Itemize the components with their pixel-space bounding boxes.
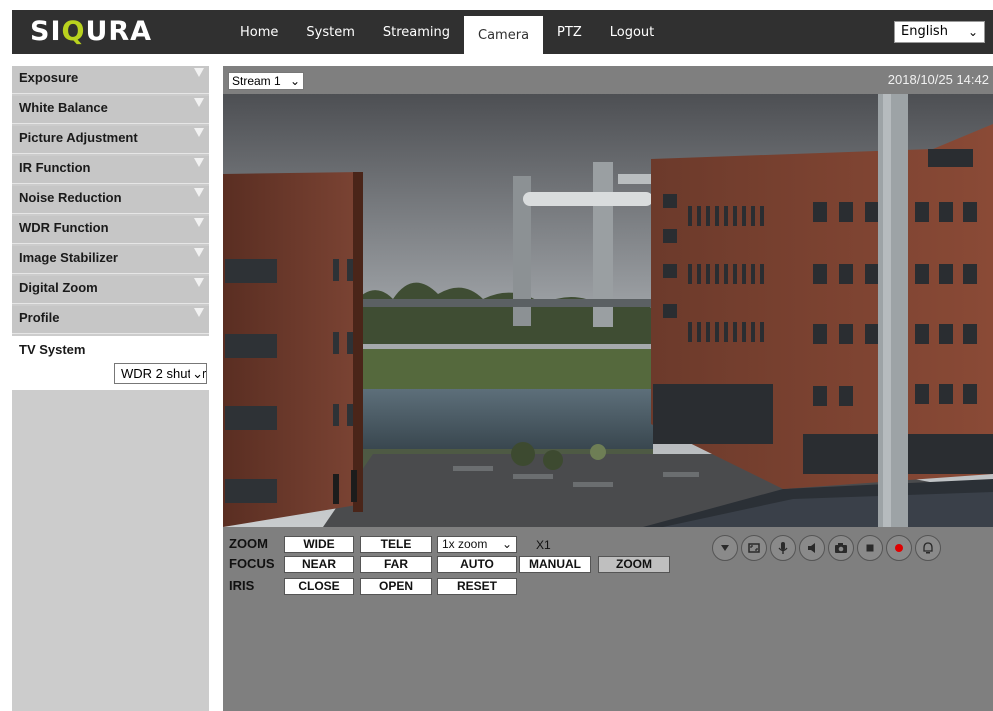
chevron-down-icon[interactable]	[712, 535, 738, 561]
focus-auto-button[interactable]: AUTO	[437, 556, 517, 573]
sidebar-item-wdr-function[interactable]: WDR Function	[12, 216, 209, 244]
expand-triangle-icon	[194, 98, 204, 107]
record-icon[interactable]	[886, 535, 912, 561]
ptz-controls: ZOOM WIDE TELE 1x zoom ⌄ X1 FOCUS NEAR F…	[223, 66, 993, 711]
expand-triangle-icon	[194, 158, 204, 167]
iris-close-button[interactable]: CLOSE	[284, 578, 354, 595]
chevron-down-icon: ⌄	[501, 537, 512, 551]
microphone-icon[interactable]	[770, 535, 796, 561]
expand-triangle-icon	[194, 68, 204, 77]
focus-manual-button[interactable]: MANUAL	[519, 556, 591, 573]
focus-label: FOCUS	[229, 556, 275, 571]
expand-triangle-icon	[194, 128, 204, 137]
sidebar-item-digital-zoom[interactable]: Digital Zoom	[12, 276, 209, 304]
alarm-icon[interactable]	[915, 535, 941, 561]
tv-system-label: TV System	[19, 342, 86, 357]
tab-system[interactable]: System	[292, 10, 368, 54]
sidebar-item-ir-function[interactable]: IR Function	[12, 156, 209, 184]
tab-ptz[interactable]: PTZ	[543, 10, 596, 54]
camera-icon[interactable]	[828, 535, 854, 561]
focus-near-button[interactable]: NEAR	[284, 556, 354, 573]
fullscreen-icon[interactable]	[741, 535, 767, 561]
sidebar-item-image-stabilizer[interactable]: Image Stabilizer	[12, 246, 209, 274]
iris-open-button[interactable]: OPEN	[360, 578, 432, 595]
sidebar-item-noise-reduction[interactable]: Noise Reduction	[12, 186, 209, 214]
zoom-factor: X1	[536, 538, 551, 552]
focus-far-button[interactable]: FAR	[360, 556, 432, 573]
iris-label: IRIS	[229, 578, 255, 593]
zoom-label: ZOOM	[229, 536, 268, 551]
sidebar: Exposure White Balance Picture Adjustmen…	[12, 66, 209, 711]
zoom-level-value: 1x zoom	[442, 537, 488, 551]
zoom-wide-button[interactable]: WIDE	[284, 536, 354, 553]
chevron-down-icon: ⌄	[190, 364, 203, 383]
expand-triangle-icon	[194, 278, 204, 287]
stop-icon[interactable]	[857, 535, 883, 561]
siqura-logo: SIQURA	[30, 16, 153, 47]
tv-system-select[interactable]: WDR 2 shutter ⌄	[114, 363, 207, 384]
viewer-toolbar	[712, 535, 941, 561]
sidebar-item-exposure[interactable]: Exposure	[12, 66, 209, 94]
expand-triangle-icon	[194, 188, 204, 197]
speaker-icon[interactable]	[799, 535, 825, 561]
tv-system-panel: TV System WDR 2 shutter ⌄	[12, 336, 209, 390]
sidebar-item-profile[interactable]: Profile	[12, 306, 209, 334]
sidebar-item-picture-adjustment[interactable]: Picture Adjustment	[12, 126, 209, 154]
expand-triangle-icon	[194, 218, 204, 227]
iris-reset-button[interactable]: RESET	[437, 578, 517, 595]
tab-logout[interactable]: Logout	[596, 10, 669, 54]
language-value: English	[901, 24, 948, 39]
tab-home[interactable]: Home	[226, 10, 292, 54]
focus-zoom-button[interactable]: ZOOM	[598, 556, 670, 573]
zoom-tele-button[interactable]: TELE	[360, 536, 432, 553]
sidebar-item-white-balance[interactable]: White Balance	[12, 96, 209, 124]
main-nav: Home System Streaming Camera PTZ Logout	[226, 10, 668, 54]
chevron-down-icon: ⌄	[967, 25, 978, 39]
expand-triangle-icon	[194, 248, 204, 257]
expand-triangle-icon	[194, 308, 204, 317]
zoom-level-select[interactable]: 1x zoom ⌄	[437, 536, 517, 553]
tab-streaming[interactable]: Streaming	[369, 10, 464, 54]
language-select[interactable]: English ⌄	[894, 21, 985, 43]
top-bar: SIQURA Home System Streaming Camera PTZ …	[12, 10, 993, 54]
tab-camera[interactable]: Camera	[464, 16, 544, 54]
